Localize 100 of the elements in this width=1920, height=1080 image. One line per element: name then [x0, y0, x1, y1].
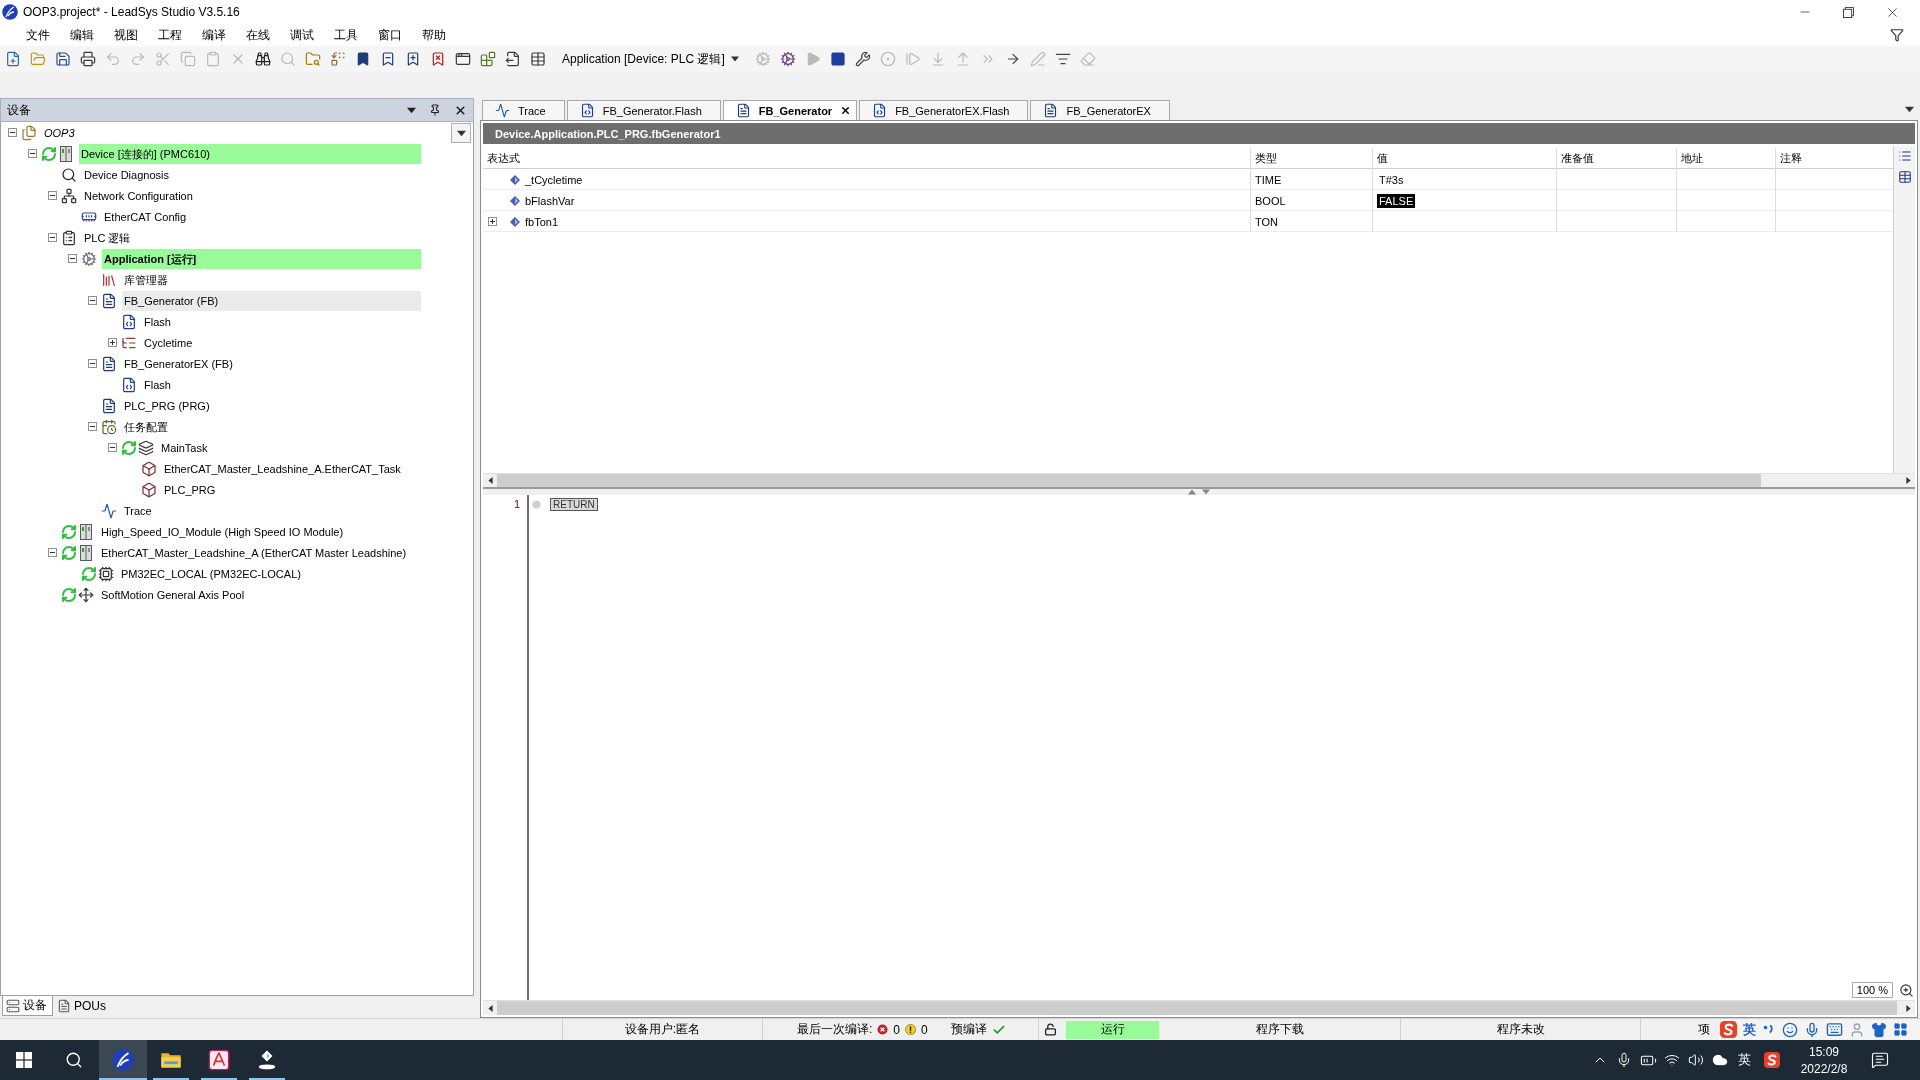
scroll-left-icon[interactable] [486, 477, 494, 484]
input-mode[interactable]: 英 [1743, 1020, 1756, 1039]
input-method-logo-icon[interactable] [1764, 1052, 1780, 1068]
grid-icon[interactable] [1893, 1022, 1908, 1037]
collapse-icon[interactable] [87, 359, 97, 368]
horizontal-scrollbar[interactable] [483, 473, 1915, 487]
menu-item[interactable]: 窗口 [368, 24, 412, 46]
tree-item[interactable]: PLC_PRG (PRG) [122, 395, 212, 416]
microphone-icon[interactable] [1616, 1052, 1632, 1068]
stop-icon[interactable] [830, 51, 847, 67]
tree-item[interactable]: MainTask [159, 437, 210, 458]
triangle-down-icon[interactable] [1202, 488, 1210, 496]
editor-tab[interactable]: FB_GeneratorEX [1030, 100, 1170, 120]
smiley-icon[interactable] [1782, 1021, 1798, 1038]
expand-icon[interactable] [487, 217, 497, 226]
tree-item[interactable]: Flash [142, 374, 173, 395]
tree-item[interactable]: PLC_PRG [162, 479, 218, 500]
tree-item[interactable]: EtherCAT_Master_Leadshine_A.EtherCAT_Task [162, 458, 403, 479]
collapse-icon[interactable] [27, 149, 37, 158]
scroll-left-icon[interactable] [486, 1004, 494, 1012]
menu-item[interactable]: 编译 [192, 24, 236, 46]
collapse-icon[interactable] [87, 422, 97, 431]
scrollbar-thumb[interactable] [497, 474, 1761, 487]
panel-tab[interactable]: 设备 [2, 996, 53, 1016]
dropdown-icon[interactable] [1905, 104, 1914, 114]
column-header[interactable]: 表达式 [483, 148, 1251, 169]
collapse-icon[interactable] [47, 233, 57, 242]
column-header[interactable]: 准备值 [1557, 148, 1677, 169]
file-plus-icon[interactable] [4, 51, 21, 67]
tree-item[interactable]: 库管理器 [122, 269, 170, 290]
tree-item[interactable]: 任务配置 [122, 416, 170, 437]
collapse-icon[interactable] [107, 443, 117, 452]
scroll-right-icon[interactable] [1904, 477, 1912, 484]
column-header[interactable]: 值 [1373, 148, 1557, 169]
editor-tab[interactable]: FB_Generator [722, 100, 858, 120]
restore-icon[interactable] [1843, 6, 1854, 18]
menu-item[interactable]: 工程 [148, 24, 192, 46]
close-icon[interactable] [454, 103, 467, 117]
table-icon[interactable] [529, 51, 546, 67]
printer-icon[interactable] [79, 51, 96, 67]
column-header[interactable]: 类型 [1251, 148, 1373, 169]
zoom-level[interactable]: 100 % [1851, 982, 1893, 998]
volume-icon[interactable] [1688, 1052, 1704, 1068]
folder-search-icon[interactable] [304, 51, 321, 67]
clock-date[interactable]: 2022/2/8 [1800, 1061, 1848, 1076]
replace-icon[interactable] [329, 51, 346, 67]
tree-item[interactable]: SoftMotion General Axis Pool [99, 584, 247, 605]
tree-item[interactable]: EtherCAT_Master_Leadshine_A (EtherCAT Master Leadshine) [99, 542, 409, 563]
tree-item[interactable]: Flash [142, 311, 173, 332]
tree-item[interactable]: High_Speed_IO_Module (High Speed IO Module) [99, 521, 346, 542]
notification-icon[interactable] [1871, 1051, 1889, 1069]
zoom-icon[interactable] [1899, 983, 1914, 998]
dropdown-icon[interactable] [407, 105, 416, 115]
save-icon[interactable] [54, 51, 71, 67]
tree-item[interactable]: PM32EC_LOCAL (PM32EC-LOCAL) [119, 563, 303, 584]
start-icon[interactable] [16, 1052, 32, 1068]
filter-list-icon[interactable] [1055, 51, 1072, 67]
breakpoint-dot-icon[interactable] [532, 500, 541, 509]
editor-tab[interactable]: FB_Generator.Flash [566, 100, 721, 120]
filter-icon[interactable] [1890, 28, 1904, 42]
tree-item[interactable]: EtherCAT Config [102, 206, 189, 227]
column-header[interactable]: 注释 [1776, 148, 1893, 169]
gear-icon[interactable] [780, 51, 797, 67]
menu-item[interactable]: 文件 [16, 24, 60, 46]
tree-item[interactable]: Cycletime [142, 332, 195, 353]
triangle-up-icon[interactable] [1188, 488, 1196, 496]
editor-tab[interactable]: Trace [482, 100, 565, 120]
collapse-icon[interactable] [87, 296, 97, 305]
clock-time[interactable]: 15:09 [1809, 1044, 1839, 1059]
collapse-icon[interactable] [47, 191, 57, 200]
column-header[interactable]: 地址 [1677, 148, 1776, 169]
pin-icon[interactable] [429, 104, 441, 116]
collapse-icon[interactable] [47, 548, 57, 557]
menu-item[interactable]: 工具 [324, 24, 368, 46]
binoculars-icon[interactable] [254, 51, 271, 67]
dropdown-button[interactable] [451, 123, 471, 143]
input-method-logo-icon[interactable] [1720, 1021, 1737, 1038]
tree-item[interactable]: PLC 逻辑 [82, 227, 133, 248]
window-icon[interactable] [454, 51, 471, 67]
tree-item[interactable]: Trace [122, 500, 154, 521]
tree-item[interactable]: Device [连接的] (PMC610) [79, 143, 421, 164]
close-icon[interactable] [840, 105, 852, 116]
open-padlock-icon[interactable] [1044, 1023, 1057, 1036]
tree-item[interactable]: Device Diagnosis [82, 164, 171, 185]
menu-item[interactable]: 编辑 [60, 24, 104, 46]
menu-item[interactable]: 视图 [104, 24, 148, 46]
scroll-right-icon[interactable] [1904, 1004, 1912, 1012]
menu-item[interactable]: 帮助 [412, 24, 456, 46]
blocks-icon[interactable] [479, 51, 496, 67]
collapse-icon[interactable] [67, 254, 77, 263]
tree-item[interactable]: FB_Generator (FB) [122, 290, 421, 311]
list-view-icon[interactable] [1897, 149, 1912, 163]
tree-item[interactable]: Network Configuration [82, 185, 195, 206]
file-output-icon[interactable] [504, 51, 521, 67]
tree-item[interactable]: OOP3 [42, 122, 77, 143]
table-icon[interactable] [1897, 170, 1912, 184]
input-language[interactable]: 英 [1737, 1051, 1751, 1069]
cloud-icon[interactable] [1712, 1052, 1728, 1068]
expand-icon[interactable] [107, 338, 117, 347]
tree-item[interactable]: FB_GeneratorEX (FB) [122, 353, 235, 374]
